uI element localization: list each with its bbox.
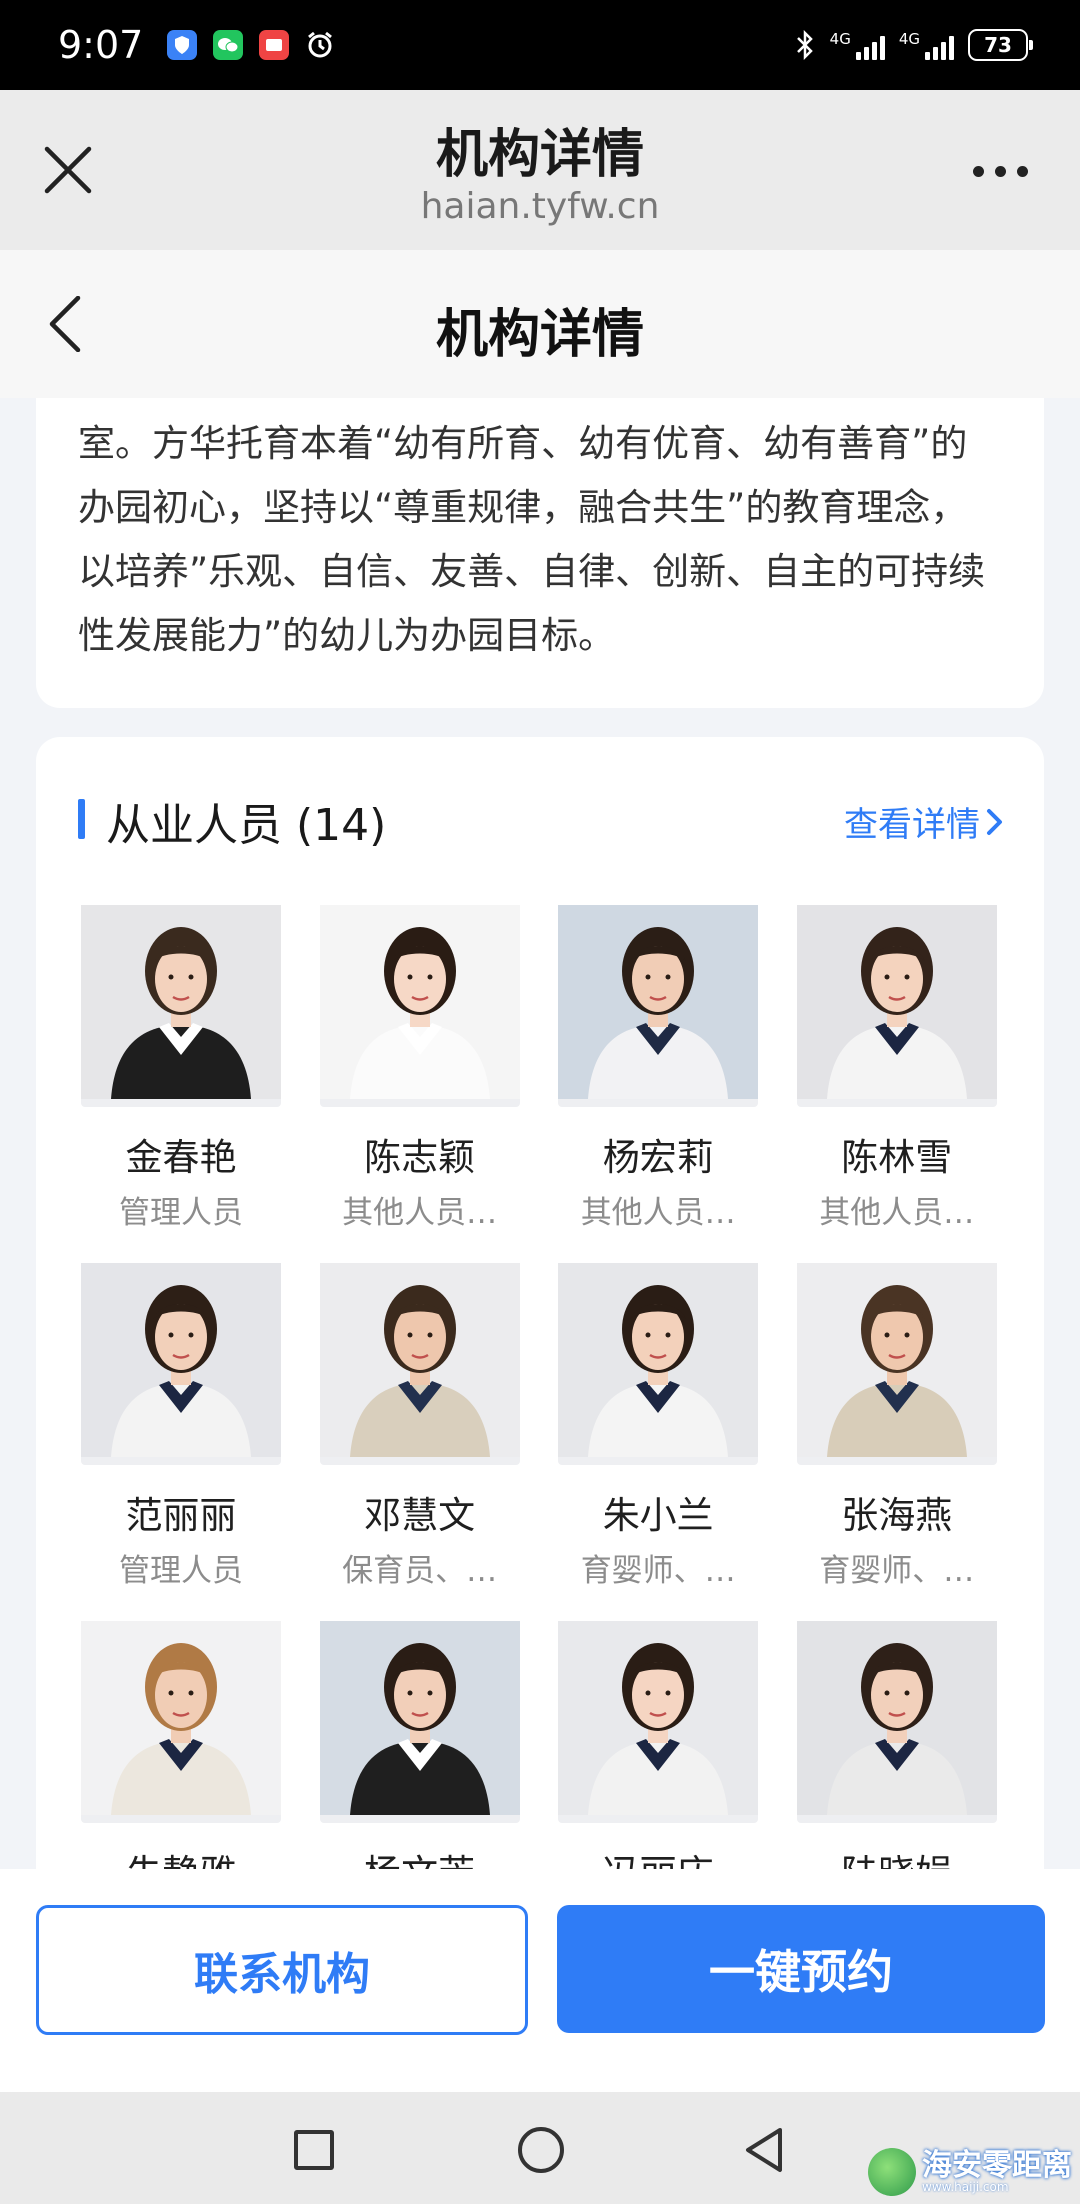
bluetooth-icon [796, 30, 813, 60]
signal-2-icon: 4G [899, 30, 954, 60]
staff-role: 其他人员… [580, 1195, 736, 1231]
staff-name: 张海燕 [841, 1494, 953, 1537]
staff-photo [796, 1621, 997, 1823]
staff-member-card[interactable]: 陈林雪其他人员… [796, 905, 997, 1263]
staff-name: 陈林雪 [841, 1136, 953, 1179]
home-button[interactable] [518, 2127, 564, 2173]
staff-member-card[interactable]: 张海燕育婴师、… [796, 1263, 997, 1621]
staff-role: 其他人员… [342, 1195, 498, 1231]
staff-member-card[interactable]: 邓慧文保育员、… [319, 1263, 520, 1621]
shield-icon [167, 30, 198, 60]
staff-photo [81, 905, 281, 1107]
alarm-icon [305, 30, 335, 60]
staff-role: 管理人员 [119, 1195, 243, 1231]
staff-role: 育婴师、… [819, 1553, 975, 1589]
staff-member-card[interactable]: 冯丽庆 [558, 1621, 759, 1897]
back-triangle-icon[interactable] [742, 2126, 786, 2174]
staff-title: 从业人员 (14) [106, 800, 387, 851]
view-details-link[interactable]: 查看详情 [844, 797, 1004, 846]
watermark-main: 海安零距离 [922, 2148, 1072, 2183]
staff-role: 保育员、… [342, 1553, 498, 1589]
staff-name: 范丽丽 [125, 1494, 237, 1537]
intro-card: 室。方华托育本着“幼有所育、幼有优育、幼有善育”的办园初心，坚持以“尊重规律，融… [36, 398, 1044, 708]
status-bar: 9:07 4G 4G 73 [0, 0, 1080, 90]
more-dot-icon [972, 165, 984, 177]
title-accent-bar [78, 799, 85, 839]
staff-role: 育婴师、… [580, 1553, 736, 1589]
staff-name: 陈志颖 [364, 1136, 476, 1179]
wechat-icon [213, 30, 244, 60]
staff-member-card[interactable]: 杨宏莉其他人员… [558, 905, 759, 1263]
staff-photo [81, 1263, 281, 1465]
browser-title: 机构详情 [435, 125, 644, 185]
staff-photo [558, 1621, 759, 1823]
message-icon [259, 30, 290, 60]
page-title: 机构详情 [435, 305, 644, 365]
staff-member-card[interactable]: 杨文芳 [319, 1621, 520, 1897]
recent-apps-button[interactable] [294, 2130, 334, 2170]
watermark-sub: www.haiji.com [922, 2180, 1009, 2194]
status-left: 9:07 [58, 23, 335, 67]
staff-name: 邓慧文 [364, 1494, 476, 1537]
chevron-right-icon [987, 808, 1002, 835]
staff-photo [319, 1621, 520, 1823]
staff-member-card[interactable]: 朱小兰育婴师、… [558, 1263, 759, 1621]
battery-icon: 73 [968, 29, 1033, 61]
action-bar: 联系机构 一键预约 [0, 1869, 1080, 2092]
more-dot-icon [994, 165, 1006, 177]
staff-header: 从业人员 (14) 查看详情 [36, 783, 1044, 855]
staff-photo [796, 1263, 997, 1465]
view-details-label: 查看详情 [844, 805, 980, 845]
staff-photo [319, 905, 520, 1107]
staff-name: 金春艳 [125, 1136, 237, 1179]
battery-level: 73 [984, 33, 1012, 57]
signal-1-icon: 4G [830, 30, 885, 60]
staff-photo [319, 1263, 520, 1465]
staff-member-card[interactable]: 陆晓娟 [796, 1621, 997, 1897]
one-click-booking-button[interactable]: 一键预约 [557, 1905, 1045, 2033]
page-header: 机构详情 [0, 250, 1080, 398]
staff-photo [796, 905, 997, 1107]
staff-name: 朱小兰 [602, 1494, 714, 1537]
staff-grid: 金春艳 管理人员 陈志颖 其他人员… 杨宏莉 其他人员… 陈林雪 其他人员… 范丽丽 管理人员 邓慧… [81, 905, 1001, 1897]
intro-text: 室。方华托育本着“幼有所育、幼有优育、幼有善育”的办园初心，坚持以“尊重规律，融… [78, 422, 986, 657]
browser-bar: 机构详情 haian.tyfw.cn [0, 90, 1080, 250]
staff-name: 杨宏莉 [602, 1136, 714, 1179]
staff-photo [81, 1621, 281, 1823]
staff-role: 其他人员… [819, 1195, 975, 1231]
watermark: 海安零距离 www.haiji.com [868, 2148, 1072, 2196]
staff-photo [558, 1263, 759, 1465]
contact-institution-button[interactable]: 联系机构 [36, 1905, 528, 2035]
staff-member-card[interactable]: 朱静雅 [81, 1621, 281, 1897]
status-time: 9:07 [58, 23, 144, 67]
staff-card: 从业人员 (14) 查看详情 金春艳 管理人员 陈志颖 其他人员… 杨宏莉 其他人员… 陈林… [36, 737, 1044, 1897]
staff-photo [558, 905, 759, 1107]
staff-member-card[interactable]: 范丽丽 管理人员 [81, 1263, 281, 1621]
network-type-2: 4G [898, 30, 920, 48]
watermark-text: 海安零距离 www.haiji.com [922, 2148, 1072, 2194]
staff-role: 管理人员 [119, 1553, 243, 1589]
browser-url: haian.tyfw.cn [420, 186, 660, 227]
status-right: 4G 4G 73 [794, 29, 1033, 61]
network-type-1: 4G [829, 30, 851, 48]
more-button[interactable] [960, 146, 1040, 196]
staff-member-card[interactable]: 金春艳 管理人员 [81, 905, 281, 1263]
more-dot-icon [1016, 165, 1028, 177]
staff-member-card[interactable]: 陈志颖其他人员… [319, 905, 520, 1263]
watermark-logo [868, 2148, 916, 2196]
